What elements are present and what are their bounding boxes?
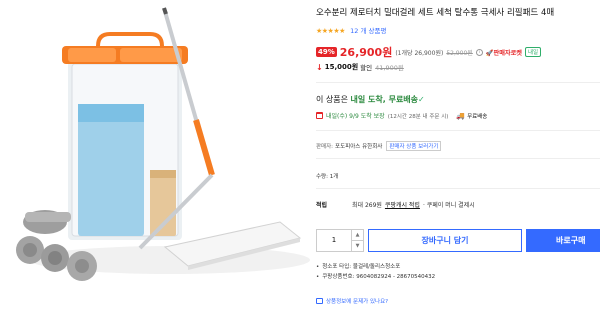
product-image[interactable] [0,0,310,311]
coupon-amount: 15,000원 [324,63,359,71]
delivery-lead: 이 상품은 [316,95,351,104]
stepper-controls: ▲ ▼ [351,230,363,251]
coupang-cash-link[interactable]: 쿠팡캐시 적립 [385,200,420,209]
divider [316,158,600,159]
seller-products-button[interactable]: 판매자 상품 보러가기 [386,141,442,151]
buy-now-button[interactable]: 바로구매 [526,229,600,252]
meta-item: 쿠팡상품번호: 9604082924 - 28670540432 [316,272,435,282]
product-photo [16,7,310,281]
divider [316,82,600,83]
coupon-original-price: 41,900원 [375,64,404,72]
unit-price: (1개당 26,900원) [395,49,444,57]
meta-item: 청소포 타입: 물걸레/돌리스청소포 [316,262,435,272]
sale-price: 26,900원 [339,46,393,59]
product-meta-list: 청소포 타입: 물걸레/돌리스청소포 쿠팡상품번호: 9604082924 - … [316,262,435,282]
arrival-date: 내일(수) 9/9 도착 보장 [326,113,385,120]
seller-label: 판매자: [316,144,334,150]
rating[interactable]: ★★★★★ 12 개 상품평 [316,25,386,35]
arrow-down-icon: ↓ [316,62,323,72]
seller-rocket-badge: 🚀판매자로켓 [485,49,522,57]
points-info: 적립 최대 269원 쿠팡캐시 적립 · 쿠페이 머니 결제시 [316,200,475,209]
product-info: 오수분리 제로터치 밀대걸레 세트 세척 탈수통 극세사 리필패드 4매 ★★★… [316,0,600,311]
quantity-label: 수량: 1개 [316,174,339,180]
quantity-input[interactable]: 1 [317,230,351,251]
price-info-icon[interactable]: i [475,48,483,56]
chevron-up-icon[interactable]: ▲ [352,230,363,241]
divider [316,130,600,131]
star-rating-icon: ★★★★★ [316,27,345,35]
price-row: 49% 26,900원 (1개당 26,900원) 52,900원 i 🚀판매자… [316,44,542,60]
message-icon [316,298,323,304]
seller-info: 판매자: 포도피아스 유한회사 판매자 상품 보러가기 [316,141,442,151]
points-amount: 최대 269원 [352,202,382,209]
discount-badge: 49% [316,47,337,57]
product-title: 오수분리 제로터치 밀대걸레 세트 세척 탈수통 극세사 리필패드 4매 [316,8,555,18]
divider [316,188,600,189]
review-count-link[interactable]: 12 개 상품평 [350,27,386,35]
seller-name[interactable]: 포도피아스 유한회사 [335,142,382,150]
free-delivery-label: 무료배송 [467,113,488,120]
calendar-icon [316,112,323,119]
points-label: 적립 [316,202,328,209]
arrival-note: (12시간 28분 내 주문 시) [387,113,449,120]
tomorrow-badge: 내일 [525,47,542,57]
report-problem-link[interactable]: 상품정보에 문제가 있나요? [316,297,388,305]
coupon-label: 할인 [360,64,373,72]
delivery-headline: 이 상품은 내일 도착, 무료배송✓ [316,94,425,105]
delivery-highlight: 내일 도착, 무료배송 [350,95,419,104]
points-pay-note: · 쿠페이 머니 결제시 [422,202,475,209]
coupon-discount: ↓ 15,000원 할인 41,900원 [316,62,404,73]
arrival-info: 내일(수) 9/9 도착 보장 (12시간 28분 내 주문 시) 🚚 무료배송 [316,111,487,120]
quantity-stepper[interactable]: 1 ▲ ▼ [316,229,364,252]
truck-icon: 🚚 [456,111,466,120]
check-icon: ✓ [418,95,425,104]
original-price: 52,900원 [446,49,473,57]
chevron-down-icon[interactable]: ▼ [352,241,363,251]
add-to-cart-button[interactable]: 장바구니 담기 [368,229,522,252]
report-problem-text: 상품정보에 문제가 있나요? [326,299,389,305]
